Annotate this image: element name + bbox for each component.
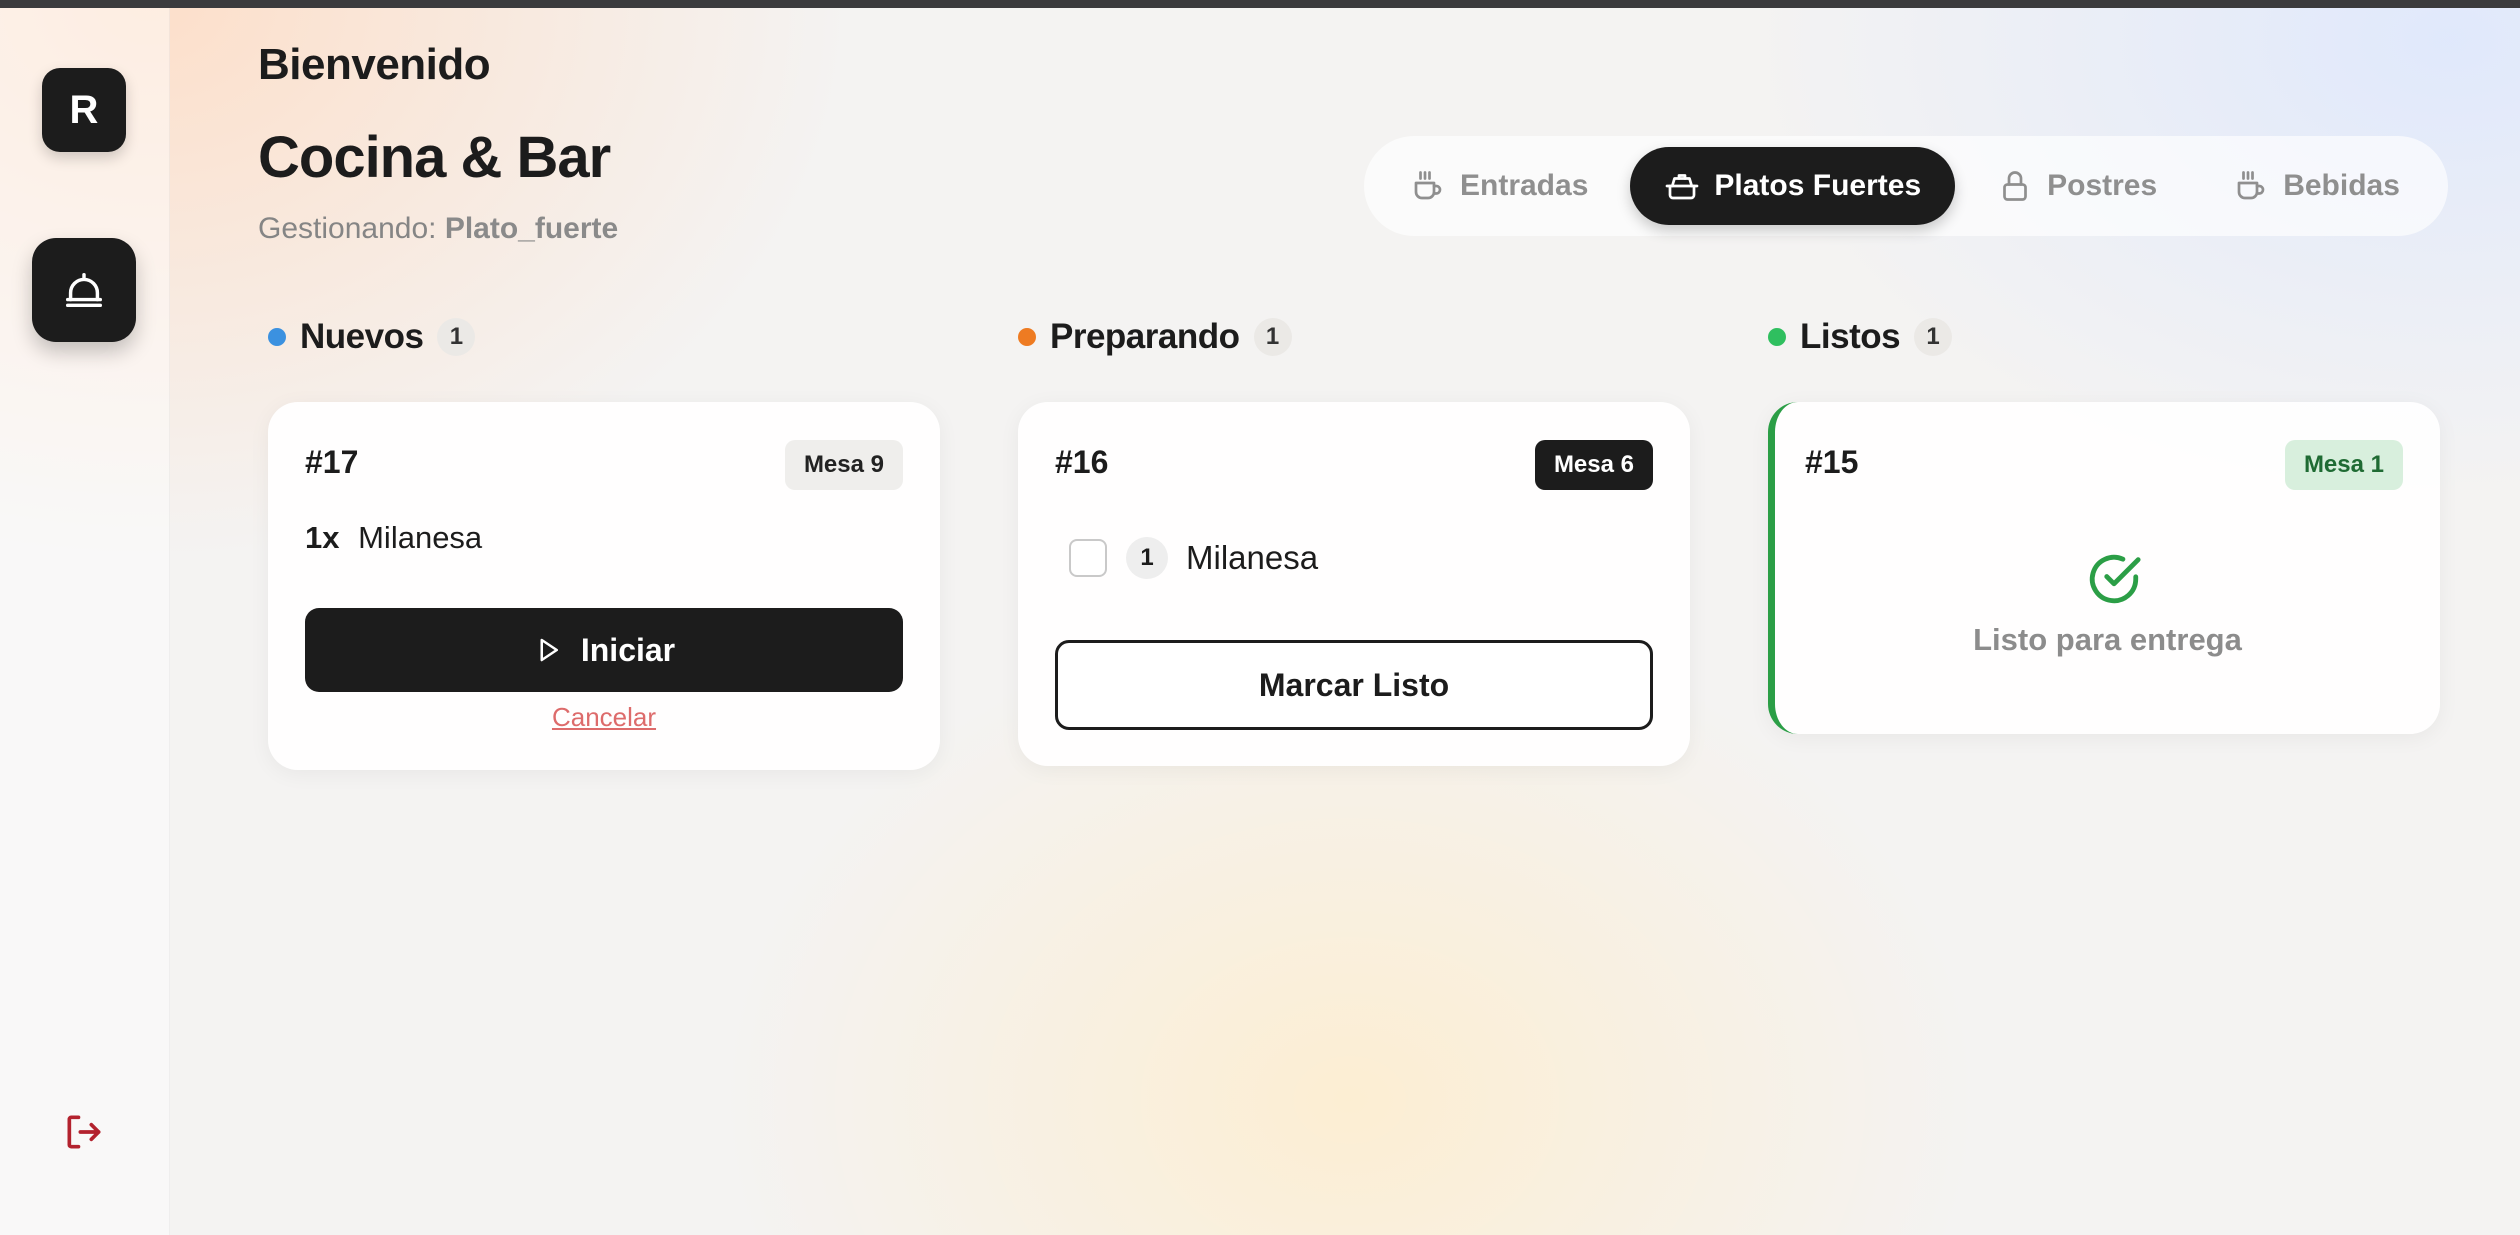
welcome-heading: Bienvenido xyxy=(258,40,491,89)
logo-letter: R xyxy=(69,87,99,132)
order-item: 1x Milanesa xyxy=(305,520,482,556)
nav-orders-button[interactable] xyxy=(32,238,136,342)
tab-platos-fuertes-label: Platos Fuertes xyxy=(1714,169,1922,202)
start-order-label: Iniciar xyxy=(580,631,676,668)
page-subtitle: Gestionando: Plato_fuerte xyxy=(258,212,618,246)
order-number: #17 xyxy=(305,444,359,480)
play-icon xyxy=(540,638,558,662)
column-header-nuevos: Nuevos 1 xyxy=(268,312,476,362)
subtitle-station: Plato_fuerte xyxy=(444,212,619,245)
coffee-cup-icon xyxy=(1414,171,1442,200)
tab-entradas[interactable]: Entradas xyxy=(1376,147,1622,225)
tab-postres[interactable]: Postres xyxy=(1963,147,2191,225)
column-header-preparando: Preparando 1 xyxy=(1018,312,1292,362)
order-card-17: #17 Mesa 9 1x Milanesa Iniciar Cancelar xyxy=(268,402,940,770)
order-card-16: #16 Mesa 6 1 Milanesa Marcar Listo xyxy=(1018,402,1690,766)
order-card-15: #15 Mesa 1 Listo para entrega xyxy=(1768,402,2440,734)
check-circle-icon xyxy=(2089,554,2141,604)
start-order-button[interactable]: Iniciar xyxy=(305,608,903,692)
tab-postres-label: Postres xyxy=(2047,169,2158,202)
ready-status-text: Listo para entrega xyxy=(1973,622,2242,657)
item-name: Milanesa xyxy=(358,520,483,555)
mark-ready-button[interactable]: Marcar Listo xyxy=(1055,640,1653,730)
mark-ready-label: Marcar Listo xyxy=(1258,666,1450,703)
lock-icon xyxy=(2003,171,2027,201)
cancel-order-link[interactable]: Cancelar xyxy=(268,702,940,733)
tab-bebidas[interactable]: Bebidas xyxy=(2199,147,2434,225)
column-count-badge: 1 xyxy=(1253,318,1292,356)
tab-bebidas-label: Bebidas xyxy=(2283,169,2400,202)
order-number: #15 xyxy=(1805,444,1859,480)
item-quantity: 1x xyxy=(305,520,340,555)
status-dot-green xyxy=(1768,328,1786,346)
column-header-listos: Listos 1 xyxy=(1768,312,1953,362)
table-badge: Mesa 9 xyxy=(784,440,903,490)
column-title: Listos xyxy=(1800,317,1901,356)
tab-platos-fuertes[interactable]: Platos Fuertes xyxy=(1630,147,1956,225)
logout-icon xyxy=(67,1115,101,1149)
subtitle-prefix: Gestionando: xyxy=(258,212,437,245)
page-title: Cocina & Bar xyxy=(258,125,611,190)
status-dot-blue xyxy=(268,328,286,346)
item-name: Milanesa xyxy=(1186,539,1319,576)
item-quantity: 1 xyxy=(1126,537,1168,579)
item-done-checkbox[interactable] xyxy=(1069,539,1107,577)
status-dot-orange xyxy=(1018,328,1036,346)
cooking-pot-icon xyxy=(1666,174,1699,200)
app-logo[interactable]: R xyxy=(42,68,126,152)
category-tabs: Entradas Platos Fuertes Postres Bebidas xyxy=(1364,136,2448,236)
tab-entradas-label: Entradas xyxy=(1460,169,1589,202)
logout-button[interactable] xyxy=(58,1106,110,1158)
bell-icon xyxy=(65,272,103,308)
sidebar: R xyxy=(0,8,170,1235)
column-count-badge: 1 xyxy=(1914,318,1953,356)
column-title: Preparando xyxy=(1050,317,1240,356)
window-top-bar xyxy=(0,0,2520,8)
column-title: Nuevos xyxy=(300,317,424,356)
coffee-cup-icon xyxy=(2237,171,2265,200)
column-count-badge: 1 xyxy=(437,318,476,356)
order-number: #16 xyxy=(1055,444,1109,480)
table-badge: Mesa 6 xyxy=(1534,440,1653,490)
table-badge: Mesa 1 xyxy=(2284,440,2403,490)
